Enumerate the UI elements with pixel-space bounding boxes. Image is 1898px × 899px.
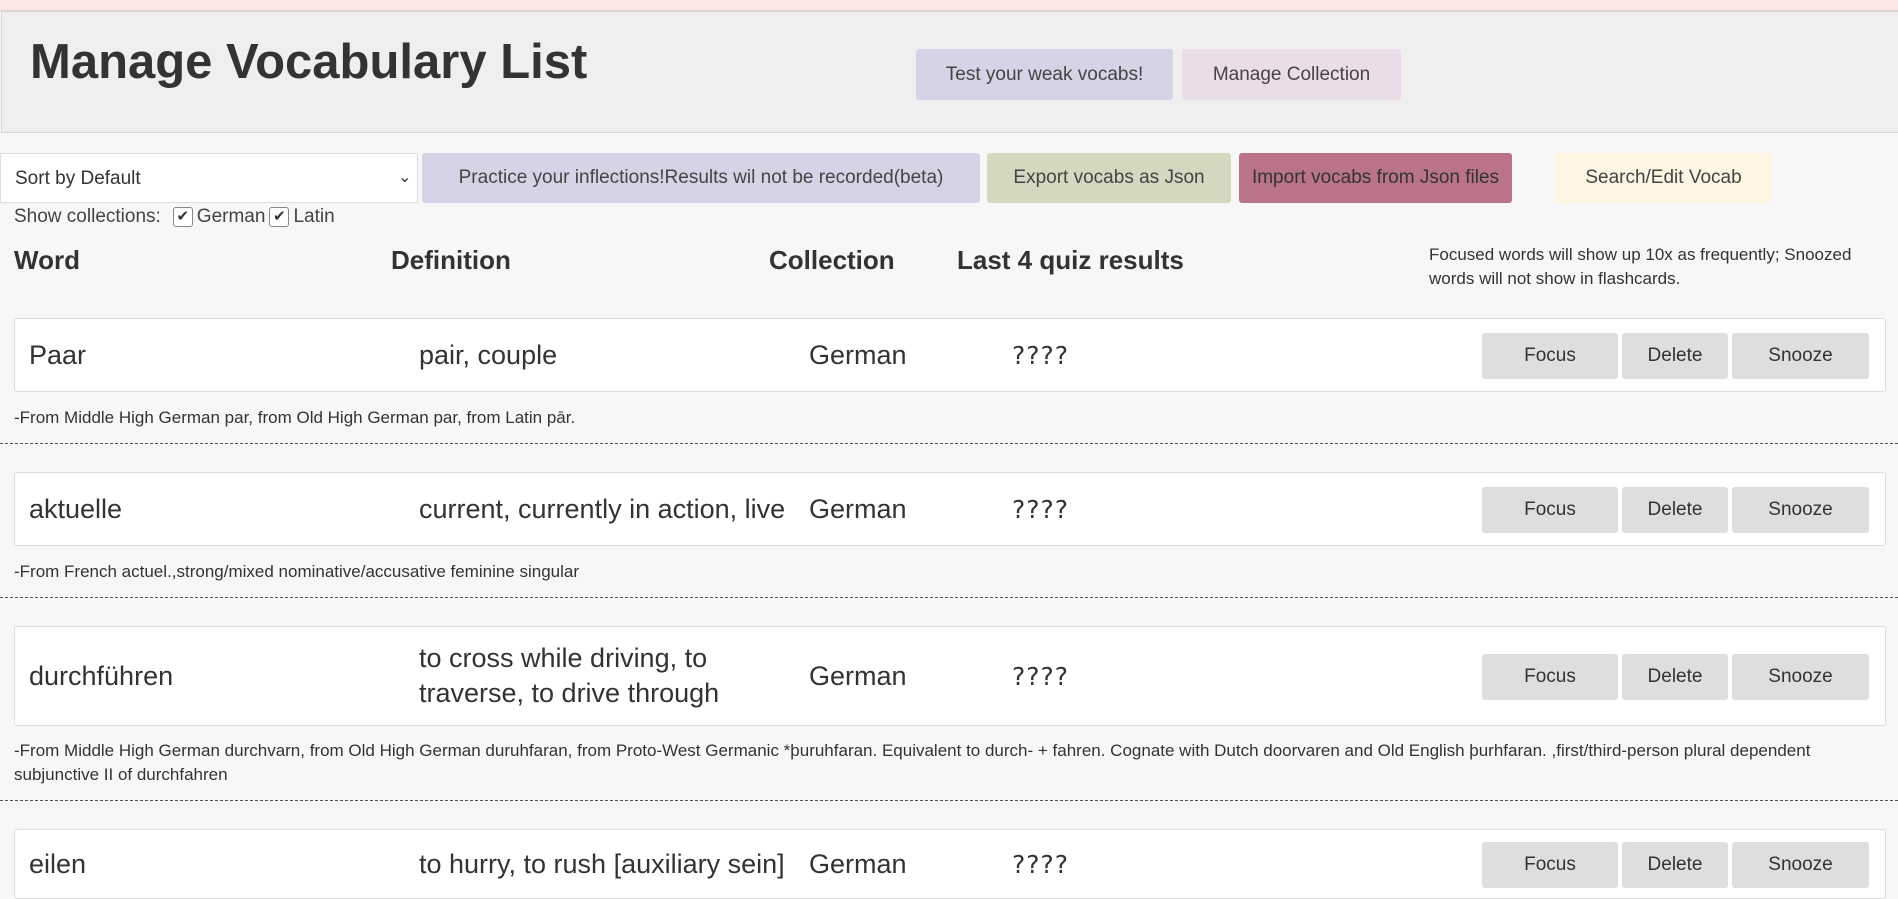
search-edit-vocab-button[interactable]: Search/Edit Vocab (1555, 153, 1772, 203)
import-json-button[interactable]: Import vocabs from Json files (1239, 153, 1512, 203)
row-divider (0, 597, 1898, 598)
delete-button[interactable]: Delete (1622, 333, 1728, 379)
vocab-collection: German (809, 494, 907, 524)
quiz-results: ???? (1012, 495, 1070, 524)
top-banner-strip (0, 0, 1898, 11)
toolbar: Sort by Default ⌄ Practice your inflecti… (0, 153, 1898, 203)
vocab-collection: German (809, 661, 907, 691)
quiz-results: ???? (1012, 341, 1070, 370)
sort-select[interactable]: Sort by Default (0, 153, 418, 203)
export-json-button[interactable]: Export vocabs as Json (987, 153, 1231, 203)
vocab-definition: to cross while driving, to traverse, to … (419, 643, 720, 708)
column-header-definition: Definition (391, 245, 511, 275)
collections-label: Show collections: (14, 206, 161, 227)
vocab-collection: German (809, 340, 907, 370)
column-header-quiz: Last 4 quiz results (957, 245, 1184, 275)
vocab-word: eilen (29, 849, 87, 879)
page-header: Manage Vocabulary List Test your weak vo… (1, 11, 1898, 133)
vocab-etymology: -From Middle High German par, from Old H… (14, 408, 576, 427)
focus-button[interactable]: Focus (1482, 487, 1618, 533)
vocab-collection: German (809, 849, 907, 879)
vocab-word: aktuelle (29, 494, 123, 524)
checkbox-latin[interactable]: ✔ (269, 207, 290, 227)
focus-snooze-hint: Focused words will show up 10x as freque… (1429, 245, 1852, 288)
vocab-definition: current, currently in action, live (419, 494, 786, 524)
test-weak-vocabs-button[interactable]: Test your weak vocabs! (916, 49, 1173, 100)
vocab-etymology: -From French actuel.,strong/mixed nomina… (14, 562, 580, 581)
checkbox-label-german: German (196, 206, 266, 227)
manage-collection-button[interactable]: Manage Collection (1182, 49, 1401, 100)
vocab-row: Paar pair, couple German ???? Focus Dele… (14, 318, 1886, 392)
row-divider (0, 800, 1898, 801)
quiz-results: ???? (1012, 850, 1070, 879)
snooze-button[interactable]: Snooze (1732, 654, 1869, 700)
vocab-word: durchführen (29, 661, 174, 691)
vocab-row: aktuelle current, currently in action, l… (14, 472, 1886, 546)
vocab-definition: pair, couple (419, 340, 558, 370)
vocab-word: Paar (29, 340, 87, 370)
column-header-word: Word (14, 245, 80, 275)
snooze-button[interactable]: Snooze (1732, 333, 1869, 379)
vocab-row: eilen to hurry, to rush [auxiliary sein]… (14, 829, 1886, 899)
focus-button[interactable]: Focus (1482, 842, 1618, 888)
quiz-results: ???? (1012, 662, 1070, 691)
vocab-row: durchführen to cross while driving, to t… (14, 626, 1886, 726)
focus-button[interactable]: Focus (1482, 654, 1618, 700)
delete-button[interactable]: Delete (1622, 842, 1728, 888)
page-title: Manage Vocabulary List (30, 35, 588, 89)
checkbox-german[interactable]: ✔ (172, 207, 193, 227)
chevron-down-icon: ⌄ (398, 169, 412, 186)
vocab-definition: to hurry, to rush [auxiliary sein] (419, 849, 785, 879)
delete-button[interactable]: Delete (1622, 487, 1728, 533)
row-divider (0, 443, 1898, 444)
column-header-collection: Collection (769, 245, 895, 275)
vocab-etymology: -From Middle High German durchvarn, from… (14, 741, 1811, 784)
collection-filter: Show collections: ✔ German ✔ Latin (14, 205, 343, 229)
snooze-button[interactable]: Snooze (1732, 842, 1869, 888)
snooze-button[interactable]: Snooze (1732, 487, 1869, 533)
focus-button[interactable]: Focus (1482, 333, 1618, 379)
checkbox-label-latin: Latin (293, 206, 335, 227)
delete-button[interactable]: Delete (1622, 654, 1728, 700)
practice-inflections-button[interactable]: Practice your inflections!Results wil no… (422, 153, 980, 203)
